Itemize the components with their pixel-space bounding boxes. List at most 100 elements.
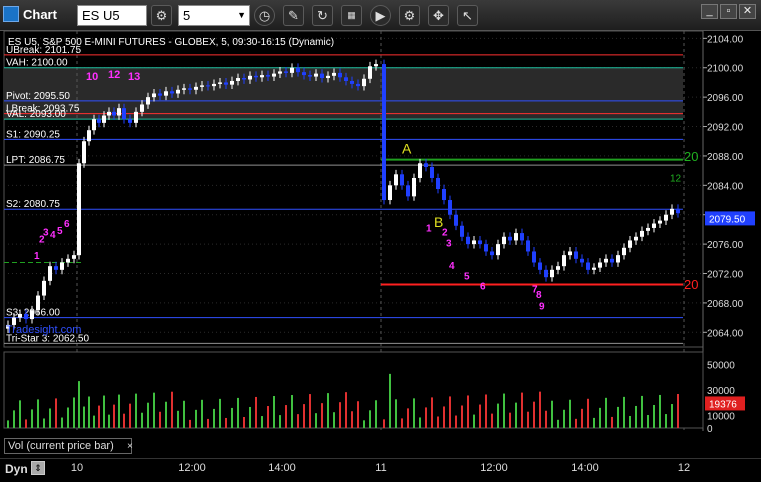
price-tick-label: 2100.00 (707, 64, 744, 75)
candle-body (66, 258, 70, 263)
price-tick-label: 2064.00 (707, 328, 744, 339)
level-label: S1: 2090.25 (6, 129, 60, 140)
seq-down-label: 1 (426, 224, 432, 235)
current-volume-label: 19376 (709, 399, 737, 410)
seq-day1-label: 3 (43, 227, 49, 238)
chart-header: ES U5, S&P 500 E-MINI FUTURES - GLOBEX, … (8, 37, 334, 48)
candle-body (436, 177, 440, 189)
close-button[interactable]: ✕ (739, 4, 756, 19)
pin-icon[interactable]: ✥ (428, 5, 449, 26)
minimize-button[interactable]: _ (701, 4, 718, 19)
candle-body (97, 119, 101, 123)
pencil-icon[interactable]: ✎ (283, 5, 304, 26)
candle-body (140, 104, 144, 112)
candle-body (260, 75, 264, 78)
seq-top-label: 13 (128, 71, 140, 83)
candle-body (230, 80, 234, 85)
candle-body (496, 244, 500, 256)
chevron-down-icon: ▼ (237, 10, 246, 20)
candle-body (580, 258, 584, 263)
candle-body (158, 93, 162, 96)
interval-value: 5 (183, 8, 191, 23)
candle-body (266, 75, 270, 77)
candle-body (652, 223, 656, 228)
search-icon[interactable]: ⚙ (151, 5, 172, 26)
candle-body (248, 75, 252, 80)
candle-body (520, 233, 524, 241)
candle-body (332, 72, 336, 76)
price-chart[interactable]: UBreak: 2101.75VAH: 2100.00Pivot: 2095.5… (0, 31, 761, 458)
candle-body (502, 236, 506, 245)
value-area-band (4, 67, 683, 120)
cursor-icon[interactable]: ↖ (457, 5, 478, 26)
volume-tick-label: 50000 (707, 361, 735, 372)
candle-body (170, 91, 174, 94)
candle-body (212, 83, 216, 87)
candle-body (236, 78, 240, 81)
candle-body (430, 166, 434, 178)
symbol-input[interactable]: ES U5 (77, 5, 147, 26)
candle-body (194, 86, 198, 90)
candle-body (556, 266, 560, 270)
volume-tick-label: 30000 (707, 386, 735, 397)
dyn-mode-label[interactable]: Dyn (5, 462, 28, 476)
price-tick-label: 2076.00 (707, 240, 744, 251)
settings-icon[interactable]: ⚙ (399, 5, 420, 26)
seq-down-label: 2 (442, 227, 448, 238)
seq-down-label: 8 (536, 290, 542, 301)
candle-body (272, 73, 276, 77)
candle-body (374, 64, 378, 67)
restore-button[interactable]: ▫ (720, 4, 737, 19)
candle-body (152, 93, 156, 98)
candle-body (242, 78, 246, 80)
candle-body (664, 214, 668, 221)
interval-select[interactable]: 5 ▼ (178, 5, 250, 26)
close-icon[interactable]: × (127, 440, 133, 454)
candle-body (350, 80, 354, 84)
candle-body (646, 227, 650, 231)
candle-body (278, 71, 282, 74)
candle-body (640, 230, 644, 237)
candle-body (344, 77, 348, 81)
candle-body (206, 85, 210, 87)
candle-body (164, 91, 168, 96)
candle-body (254, 75, 258, 78)
refresh-icon[interactable]: ↻ (312, 5, 333, 26)
candle-body (30, 310, 34, 320)
volume-tick-label: 10000 (707, 411, 735, 422)
candle-body (466, 236, 470, 245)
price-tick-label: 2084.00 (707, 181, 744, 192)
candle-body (107, 111, 111, 116)
candle-body (117, 108, 121, 116)
green-count-label: 20 (684, 149, 698, 164)
candle-body (87, 130, 91, 142)
scale-icon[interactable]: ⇕ (31, 461, 45, 475)
candle-body (676, 208, 680, 214)
candle-body (568, 251, 572, 256)
seq-day1-label: 6 (64, 219, 70, 230)
seq-down-label: 3 (446, 238, 452, 249)
candle-body (182, 88, 186, 90)
seq-down-label: 4 (449, 261, 455, 272)
price-tick-label: 2104.00 (707, 34, 744, 45)
volume-tick-label: 0 (707, 424, 713, 435)
price-tick-label: 2068.00 (707, 299, 744, 310)
time-tick: 14:00 (571, 462, 599, 474)
indicator-icon[interactable]: ▦ (341, 5, 362, 26)
candle-body (54, 266, 58, 270)
clock-icon[interactable]: ◷ (254, 5, 275, 26)
level-label: VAH: 2100.00 (6, 58, 68, 69)
candle-body (484, 244, 488, 252)
candle-body (544, 269, 548, 278)
candle-body (616, 255, 620, 263)
candle-body (508, 236, 512, 241)
candle-body (538, 262, 542, 270)
play-icon[interactable]: ▶ (370, 5, 391, 26)
candle-body (526, 240, 530, 252)
candle-body (146, 97, 150, 105)
candle-body (338, 72, 342, 78)
candle-body (448, 200, 452, 215)
symbol-value: ES U5 (82, 8, 120, 23)
time-tick: 12:00 (178, 462, 206, 474)
candle-body (77, 163, 81, 256)
